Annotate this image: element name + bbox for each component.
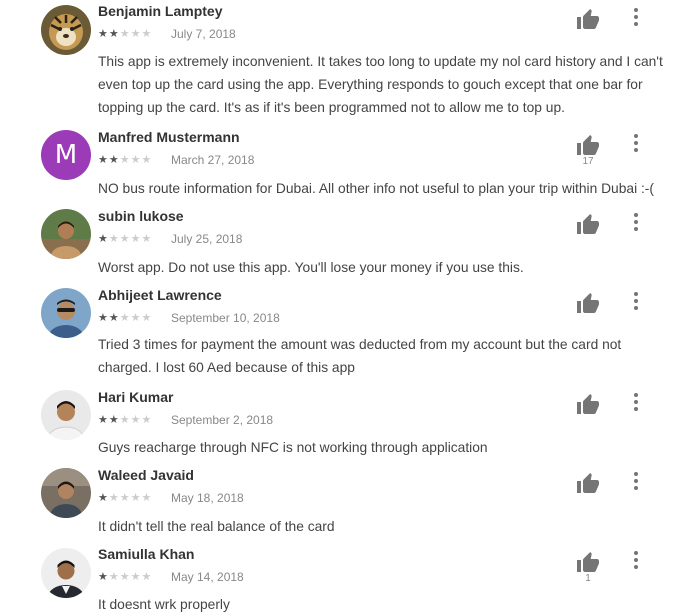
thumbs-up-icon[interactable] xyxy=(576,393,600,415)
more-options-icon[interactable] xyxy=(626,291,646,311)
star-rating: ★★★★★ xyxy=(98,491,152,504)
thumbs-up-icon[interactable] xyxy=(576,134,600,156)
star-icon: ★ xyxy=(130,312,142,324)
review-author: Manfred Mustermann xyxy=(98,129,240,145)
star-icon: ★ xyxy=(108,154,120,166)
review-text: This app is extremely inconvenient. It t… xyxy=(98,54,663,115)
star-icon: ★ xyxy=(130,571,142,583)
review-text: Tried 3 times for payment the amount was… xyxy=(98,337,622,375)
review-date: July 7, 2018 xyxy=(171,27,236,41)
review-text: It doesnt wrk properly xyxy=(98,597,230,612)
star-icon: ★ xyxy=(141,28,153,40)
avatar-photo-person-sunglasses xyxy=(41,288,91,338)
star-icon: ★ xyxy=(141,414,153,426)
more-options-icon[interactable] xyxy=(626,7,646,27)
review-author: Waleed Javaid xyxy=(98,467,194,483)
star-icon: ★ xyxy=(98,414,109,426)
review-date: September 10, 2018 xyxy=(171,311,280,325)
star-icon: ★ xyxy=(98,571,109,583)
avatar[interactable] xyxy=(41,548,91,598)
star-icon: ★ xyxy=(98,154,109,166)
avatar[interactable]: M xyxy=(41,130,91,180)
avatar[interactable] xyxy=(41,468,91,518)
thumbs-up-icon[interactable] xyxy=(576,292,600,314)
star-icon: ★ xyxy=(108,571,120,583)
star-icon: ★ xyxy=(98,28,109,40)
star-rating: ★★★★★ xyxy=(98,570,152,583)
star-icon: ★ xyxy=(98,492,109,504)
star-icon: ★ xyxy=(108,312,120,324)
avatar[interactable] xyxy=(41,5,91,55)
more-options-icon[interactable] xyxy=(626,133,646,153)
avatar[interactable] xyxy=(41,209,91,259)
review-author: Abhijeet Lawrence xyxy=(98,287,222,303)
review-list: Benjamin Lamptey ★★★★★ July 7, 2018 This… xyxy=(0,0,700,614)
star-icon: ★ xyxy=(130,154,142,166)
thumbs-up-icon[interactable] xyxy=(576,8,600,30)
review-date: March 27, 2018 xyxy=(171,153,255,167)
star-icon: ★ xyxy=(119,312,131,324)
star-icon: ★ xyxy=(130,492,142,504)
avatar-photo-person-indoor xyxy=(41,468,91,518)
star-rating: ★★★★★ xyxy=(98,232,152,245)
thumbs-up-icon[interactable] xyxy=(576,213,600,235)
star-icon: ★ xyxy=(119,28,131,40)
more-options-icon[interactable] xyxy=(626,392,646,412)
review-author: Benjamin Lamptey xyxy=(98,3,223,19)
review-date: July 25, 2018 xyxy=(171,232,243,246)
review-text: Guys reacharge through NFC is not workin… xyxy=(98,440,488,455)
review-date: May 18, 2018 xyxy=(171,491,244,505)
avatar[interactable] xyxy=(41,288,91,338)
more-options-icon[interactable] xyxy=(626,550,646,570)
more-options-icon[interactable] xyxy=(626,212,646,232)
avatar-photo-person-formal xyxy=(41,548,91,598)
review-date: September 2, 2018 xyxy=(171,413,274,427)
star-icon: ★ xyxy=(108,233,120,245)
helpful-count: 1 xyxy=(585,573,591,584)
review-text: NO bus route information for Dubai. All … xyxy=(98,181,654,196)
star-rating: ★★★★★ xyxy=(98,153,152,166)
star-rating: ★★★★★ xyxy=(98,27,152,40)
avatar-photo-person-portrait xyxy=(41,390,91,440)
star-icon: ★ xyxy=(141,154,153,166)
review-author: Samiulla Khan xyxy=(98,546,195,562)
review-text: It didn't tell the real balance of the c… xyxy=(98,519,335,534)
star-rating: ★★★★★ xyxy=(98,413,152,426)
helpful-count: 17 xyxy=(582,156,594,167)
star-icon: ★ xyxy=(98,312,109,324)
star-icon: ★ xyxy=(130,233,142,245)
star-icon: ★ xyxy=(141,233,153,245)
star-icon: ★ xyxy=(98,233,109,245)
avatar[interactable] xyxy=(41,390,91,440)
review-author: subin lukose xyxy=(98,208,184,224)
star-icon: ★ xyxy=(108,492,120,504)
star-icon: ★ xyxy=(130,28,142,40)
star-icon: ★ xyxy=(119,154,131,166)
avatar-letter: M xyxy=(54,140,78,170)
star-icon: ★ xyxy=(119,233,131,245)
more-options-icon[interactable] xyxy=(626,471,646,491)
star-icon: ★ xyxy=(108,414,120,426)
thumbs-up-icon[interactable] xyxy=(576,472,600,494)
star-icon: ★ xyxy=(130,414,142,426)
star-icon: ★ xyxy=(141,312,153,324)
star-icon: ★ xyxy=(108,28,120,40)
review-text: Worst app. Do not use this app. You'll l… xyxy=(98,260,524,275)
avatar-photo-tiger xyxy=(41,5,91,55)
star-icon: ★ xyxy=(119,571,131,583)
star-icon: ★ xyxy=(141,492,153,504)
star-icon: ★ xyxy=(119,492,131,504)
thumbs-up-icon[interactable] xyxy=(576,551,600,573)
avatar-photo-person-outdoor xyxy=(41,209,91,259)
review-author: Hari Kumar xyxy=(98,389,174,405)
star-icon: ★ xyxy=(141,571,153,583)
star-rating: ★★★★★ xyxy=(98,311,152,324)
review-date: May 14, 2018 xyxy=(171,570,244,584)
star-icon: ★ xyxy=(119,414,131,426)
